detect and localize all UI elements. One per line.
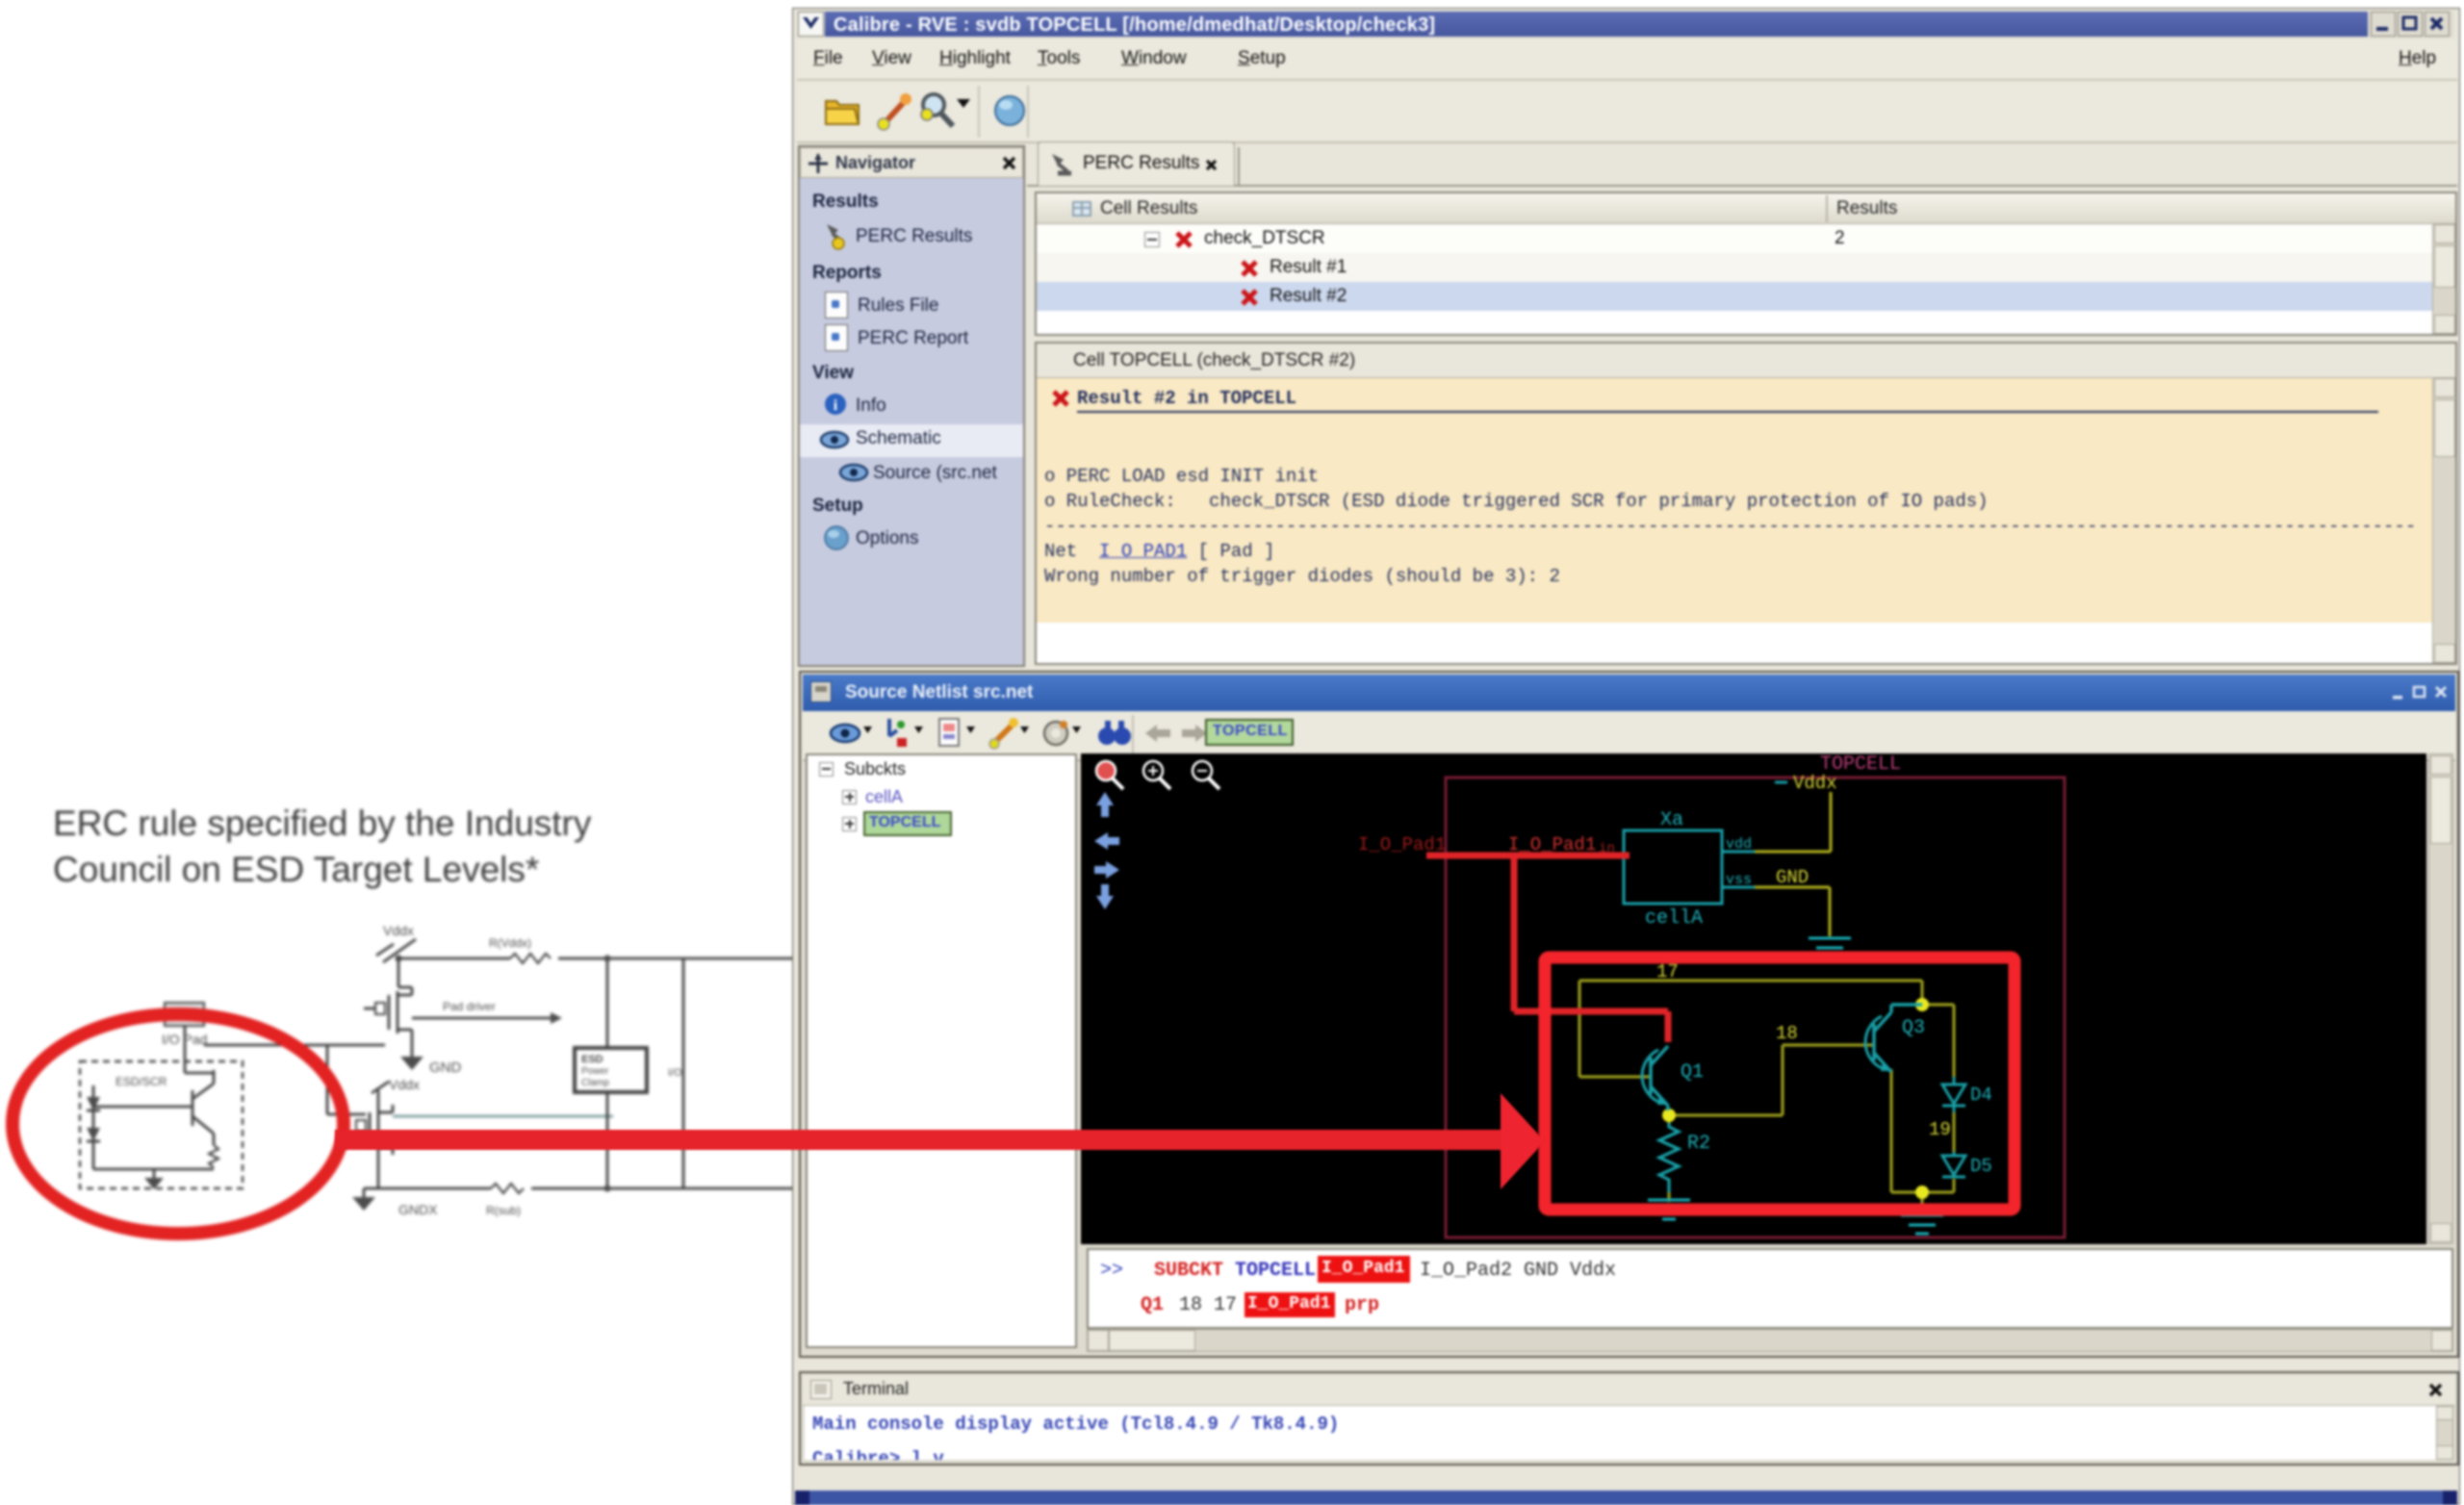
svg-text:GND: GND <box>1776 867 1809 888</box>
svg-text:I/O Pad: I/O Pad <box>162 1032 207 1047</box>
svg-text:17: 17 <box>1656 961 1679 982</box>
svg-text:Power: Power <box>581 1066 609 1077</box>
svg-text:Q1: Q1 <box>1681 1061 1704 1084</box>
svg-text:i: i <box>834 397 838 414</box>
svg-text:cellA: cellA <box>1645 907 1703 930</box>
svg-text:GND: GND <box>429 1059 462 1076</box>
svg-text:D4: D4 <box>1970 1084 1992 1106</box>
svg-text:D5: D5 <box>1970 1156 1992 1177</box>
svg-text:vdd: vdd <box>1726 836 1752 853</box>
svg-text:19: 19 <box>1929 1119 1951 1140</box>
svg-text:R(Vddx): R(Vddx) <box>489 936 531 950</box>
svg-text:ESD/SCR: ESD/SCR <box>116 1075 167 1088</box>
svg-text:Q3: Q3 <box>1902 1017 1925 1039</box>
svg-text:ERC rule specified by the Indu: ERC rule specified by the Industry <box>53 804 592 843</box>
svg-text:Vddx: Vddx <box>383 923 414 938</box>
svg-text:ESD: ESD <box>581 1054 603 1065</box>
svg-text:R2: R2 <box>1687 1133 1710 1155</box>
svg-text:Council on ESD Target Levels*: Council on ESD Target Levels* <box>53 850 539 889</box>
svg-text:18: 18 <box>1776 1023 1798 1044</box>
svg-text:vss: vss <box>1726 872 1752 888</box>
svg-text:I_O_Pad1: I_O_Pad1 <box>1358 834 1446 855</box>
svg-text:I_O_Pad1: I_O_Pad1 <box>1508 834 1596 855</box>
svg-text:GNDX: GNDX <box>398 1202 438 1217</box>
svg-text:Xa: Xa <box>1660 809 1683 831</box>
svg-text:R(sub): R(sub) <box>486 1204 521 1217</box>
svg-text:Pad driver: Pad driver <box>443 1000 496 1013</box>
svg-text:Vddx: Vddx <box>1793 773 1837 794</box>
